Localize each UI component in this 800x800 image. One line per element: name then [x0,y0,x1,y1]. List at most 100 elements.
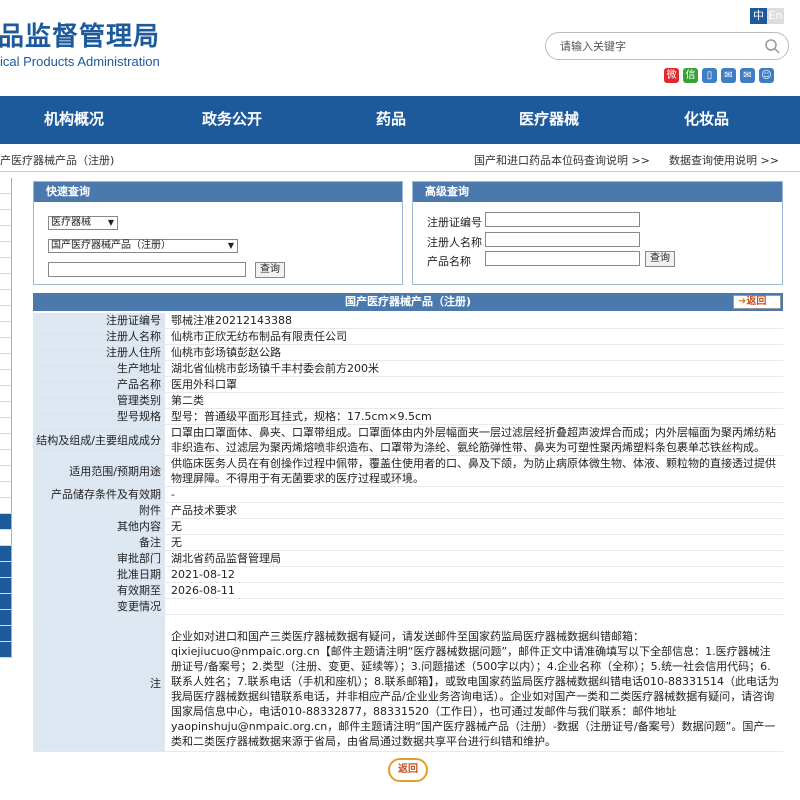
sidebar-item[interactable] [0,466,12,482]
advanced-search-button[interactable]: 查询 [645,251,675,267]
category-select[interactable]: 医疗器械 ▼ [48,216,118,230]
sidebar-item[interactable] [0,210,12,226]
sidebar-item[interactable] [0,178,12,194]
field-value: 湖北省仙桃市彭场镇千丰村委会前方200米 [165,360,783,377]
user-icon[interactable]: ☺ [759,68,774,83]
sidebar-item[interactable] [0,610,12,626]
sidebar-item[interactable] [0,322,12,338]
sidebar-item[interactable] [0,242,12,258]
quick-search-button[interactable]: 查询 [255,262,285,278]
sidebar-item[interactable] [0,258,12,274]
sidebar-item[interactable] [0,226,12,242]
sidebar-item[interactable] [0,514,12,530]
sidebar-item[interactable] [0,338,12,354]
back-button-top[interactable]: ➜返回 [733,295,781,309]
breadcrumb-bar: 产医疗器械产品（注册) 国产和进口药品本位码查询说明 >> 数据查询使用说明 >… [0,144,800,172]
site-logo-cn[interactable]: 品监督管理局 [0,16,160,53]
field-label: 批准日期 [33,566,165,583]
subcategory-select[interactable]: 国产医疗器械产品（注册） ▼ [48,239,238,253]
sidebar-item[interactable] [0,594,12,610]
field-value: 产品技术要求 [165,502,783,519]
nav-item-about[interactable]: 机构概况 [44,108,104,129]
sidebar-item[interactable] [0,546,12,562]
mail-icon[interactable]: ✉ [721,68,736,83]
language-switch: 中 En [750,8,784,24]
sidebar-item[interactable] [0,642,12,658]
sidebar-item[interactable] [0,290,12,306]
registrant-label: 注册人名称 [427,236,482,249]
sidebar-item[interactable] [0,498,12,514]
category-select-value: 医疗器械 [51,217,91,228]
sidebar-item[interactable] [0,354,12,370]
field-value: 2021-08-12 [165,566,783,583]
table-row: 注企业如对进口和国产三类医疗器械数据有疑问，请发送邮件至国家药监局医疗器械数据纠… [33,614,783,752]
table-row: 批准日期 2021-08-12 [33,566,783,583]
field-label: 适用范围/预期用途 [33,455,165,487]
field-value: 无 [165,518,783,535]
field-value: - [165,486,783,503]
site-header: 品监督管理局 ical Products Administration 中 En… [0,0,800,96]
table-row: 注册证编号 鄂械注准20212143388 [33,313,783,329]
field-value: 供临床医务人员在有创操作过程中佩带，覆盖住使用者的口、鼻及下颌，为防止病原体微生… [165,455,783,487]
weibo-icon[interactable]: 微 [664,68,679,83]
data-query-help-link[interactable]: 数据查询使用说明 >> [669,152,779,168]
sidebar-item[interactable] [0,450,12,466]
table-row: 产品储存条件及有效期 - [33,486,783,503]
table-row: 适用范围/预期用途 供临床医务人员在有创操作过程中佩带，覆盖住使用者的口、鼻及下颌… [33,455,783,487]
sidebar-item[interactable] [0,402,12,418]
product-name-input[interactable] [485,251,640,266]
reg-number-label: 注册证编号 [427,216,482,229]
field-value: 第二类 [165,392,783,409]
sidebar-item[interactable] [0,370,12,386]
back-label: 返回 [746,296,767,307]
quick-search-input[interactable] [48,262,246,277]
breadcrumb: 产医疗器械产品（注册) [0,154,115,167]
table-row: 注册人名称 仙桃市正欣无纺布制品有限责任公司 [33,328,783,345]
field-label: 注 [33,614,165,752]
sidebar-item[interactable] [0,562,12,578]
field-label: 生产地址 [33,360,165,377]
search-icon[interactable] [764,38,780,54]
sidebar-item[interactable] [0,386,12,402]
reg-number-input[interactable] [485,212,640,227]
field-label: 产品名称 [33,376,165,393]
message-icon[interactable]: ✉ [740,68,755,83]
field-label: 附件 [33,502,165,519]
sidebar-item[interactable] [0,626,12,642]
site-logo-en: ical Products Administration [0,54,160,69]
nav-item-public-affairs[interactable]: 政务公开 [202,108,262,129]
sidebar-item[interactable] [0,530,12,546]
table-row: 附件 产品技术要求 [33,502,783,519]
nav-item-devices[interactable]: 医疗器械 [519,108,579,129]
quick-search-title: 快速查询 [34,182,402,202]
mobile-icon[interactable]: ▯ [702,68,717,83]
field-label: 注册人住所 [33,344,165,361]
sidebar-item[interactable] [0,194,12,210]
sidebar-item[interactable] [0,306,12,322]
registrant-input[interactable] [485,232,640,247]
field-value: 仙桃市彭场镇彭赵公路 [165,344,783,361]
sidebar-item[interactable] [0,274,12,290]
search-input[interactable] [560,38,755,54]
wechat-icon[interactable]: 信 [683,68,698,83]
sidebar-item[interactable] [0,434,12,450]
lang-en-button[interactable]: En [767,8,784,24]
field-label: 注册证编号 [33,313,165,329]
nav-item-drugs[interactable]: 药品 [376,108,406,129]
sidebar-item[interactable] [0,482,12,498]
table-row: 产品名称 医用外科口罩 [33,376,783,393]
lang-cn-button[interactable]: 中 [750,8,767,24]
table-row: 备注无 [33,534,783,551]
sidebar-item[interactable] [0,578,12,594]
nav-item-cosmetics[interactable]: 化妆品 [684,108,729,129]
sidebar-item[interactable] [0,418,12,434]
drug-code-help-link[interactable]: 国产和进口药品本位码查询说明 >> [474,152,650,168]
field-label: 产品储存条件及有效期 [33,486,165,503]
table-row: 管理类别 第二类 [33,392,783,409]
field-label: 结构及组成/主要组成成分 [33,424,165,456]
chevron-down-icon: ▼ [107,218,114,227]
field-value: 口罩由口罩面体、鼻夹、口罩带组成。口罩面体由内外层幅面夹一层过滤层经折叠超声波焊… [165,424,783,456]
back-button-bottom[interactable]: 返回 [388,758,428,782]
field-value: 鄂械注准20212143388 [165,313,783,329]
result-title: 国产医疗器械产品（注册) [344,295,472,308]
